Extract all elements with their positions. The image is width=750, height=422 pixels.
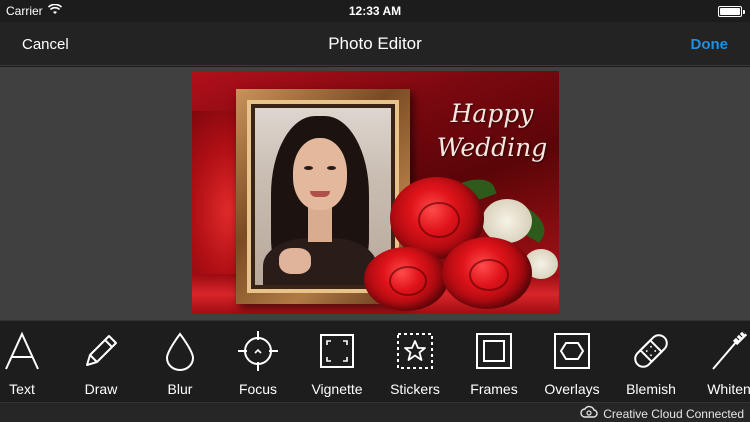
nav-bar: Cancel Photo Editor Done — [0, 22, 750, 66]
bandage-icon — [631, 331, 671, 371]
tool-label: Stickers — [390, 381, 440, 397]
tool-label: Blemish — [626, 381, 676, 397]
rose — [364, 247, 448, 311]
creative-cloud-label: Creative Cloud Connected — [603, 406, 744, 421]
text-icon — [2, 331, 42, 371]
portrait-photo — [255, 108, 391, 285]
frame-icon — [474, 331, 514, 371]
toothbrush-icon — [709, 330, 749, 371]
tool-bar: Text Draw Blur Focus Vignette Stickers F… — [0, 320, 750, 402]
tool-label: Whiten — [707, 381, 750, 397]
caption-line1: Happy — [450, 99, 534, 128]
editor-canvas[interactable]: Happy Wedding — [0, 67, 750, 320]
tool-label: Vignette — [311, 381, 363, 397]
status-time: 12:33 AM — [348, 4, 402, 18]
wedding-caption: Happy Wedding — [427, 97, 557, 165]
edited-photo[interactable]: Happy Wedding — [192, 71, 559, 314]
tool-blur[interactable]: Blur — [141, 321, 219, 403]
status-bar: Carrier 12:33 AM — [0, 0, 750, 22]
crosshair-icon — [238, 331, 278, 371]
tool-overlays[interactable]: Overlays — [533, 321, 611, 403]
tool-label: Focus — [238, 381, 278, 397]
tool-label: Blur — [167, 381, 193, 397]
droplet-icon — [160, 331, 200, 371]
tool-label: Frames — [470, 381, 518, 397]
battery-icon — [718, 6, 745, 17]
tool-whiten[interactable]: Whiten — [690, 321, 750, 403]
done-button[interactable]: Done — [691, 36, 729, 53]
rose — [442, 237, 532, 309]
tool-frames[interactable]: Frames — [455, 321, 533, 403]
tool-label: Text — [9, 381, 35, 397]
footer-bar: Creative Cloud Connected — [0, 402, 750, 422]
tool-label: Draw — [84, 381, 118, 397]
vignette-icon — [317, 331, 357, 371]
tool-vignette[interactable]: Vignette — [298, 321, 376, 403]
page-title: Photo Editor — [328, 34, 422, 53]
hexagon-icon — [552, 331, 592, 371]
pencil-icon — [81, 331, 121, 371]
tool-label: Overlays — [544, 381, 600, 397]
tool-text[interactable]: Text — [0, 321, 61, 403]
tool-focus[interactable]: Focus — [219, 321, 297, 403]
tool-stickers[interactable]: Stickers — [376, 321, 454, 403]
tool-blemish[interactable]: Blemish — [612, 321, 690, 403]
creative-cloud-icon — [580, 405, 598, 422]
caption-line2: Wedding — [436, 133, 548, 162]
star-sticker-icon — [395, 331, 435, 371]
creative-cloud-status[interactable]: Creative Cloud Connected — [580, 405, 744, 422]
tool-draw[interactable]: Draw — [62, 321, 140, 403]
